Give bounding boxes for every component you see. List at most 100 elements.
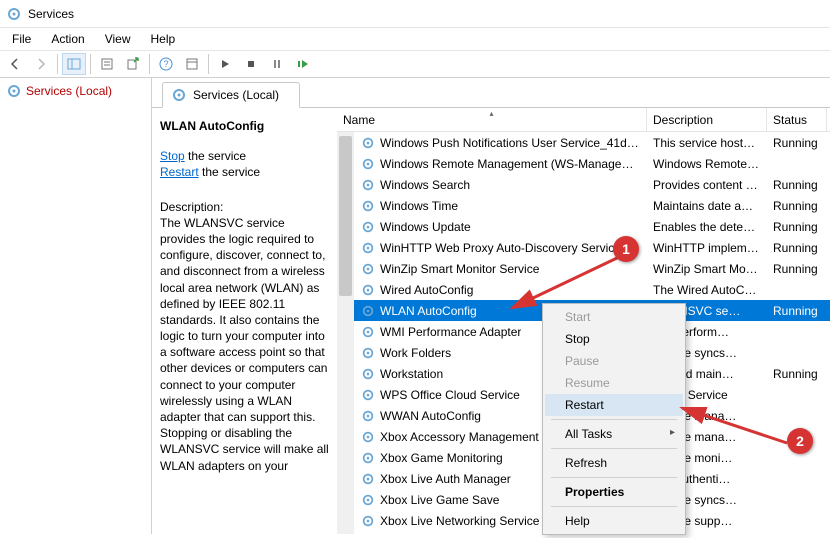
menu-action[interactable]: Action [41, 30, 94, 48]
tab-services-local[interactable]: Services (Local) [162, 82, 300, 108]
refresh-button[interactable] [180, 53, 204, 75]
scrollbar-thumb[interactable] [339, 136, 352, 296]
service-description: WinZip Smart Mo… [647, 262, 767, 276]
show-hide-tree-button[interactable] [62, 53, 86, 75]
separator [551, 419, 677, 420]
ctx-help[interactable]: Help [545, 510, 683, 532]
service-name: Windows Push Notifications User Service_… [380, 136, 641, 150]
forward-button[interactable] [29, 53, 53, 75]
separator [551, 506, 677, 507]
column-name[interactable]: Name ▴ [337, 108, 647, 131]
service-name: Windows Remote Management (WS-Managem… [380, 157, 641, 171]
service-status: Running [767, 262, 827, 276]
service-row[interactable]: Windows Remote Management (WS-Managem… Wi… [354, 153, 830, 174]
service-row[interactable]: Windows Push Notifications User Service_… [354, 132, 830, 153]
gear-icon [360, 450, 376, 466]
service-name: Windows Search [380, 178, 470, 192]
ctx-stop[interactable]: Stop [545, 328, 683, 350]
ctx-refresh[interactable]: Refresh [545, 452, 683, 474]
service-name: Xbox Live Game Save [380, 493, 499, 507]
service-row[interactable]: WinZip Smart Monitor Service WinZip Smart… [354, 258, 830, 279]
tab-label: Services (Local) [193, 88, 279, 102]
start-service-button[interactable] [213, 53, 237, 75]
service-name: Windows Time [380, 199, 458, 213]
properties-button[interactable] [95, 53, 119, 75]
help-button[interactable]: ? [154, 53, 178, 75]
service-name: Xbox Live Auth Manager [380, 472, 511, 486]
gear-icon [360, 345, 376, 361]
service-name: Xbox Accessory Management [380, 430, 539, 444]
restart-service-button[interactable] [291, 53, 315, 75]
service-status: Running [767, 220, 827, 234]
ctx-restart[interactable]: Restart [545, 394, 683, 416]
separator [551, 477, 677, 478]
separator [149, 54, 150, 74]
gear-icon [360, 282, 376, 298]
ctx-properties[interactable]: Properties [545, 481, 683, 503]
separator [90, 54, 91, 74]
gear-icon [360, 429, 376, 445]
context-menu: Start Stop Pause Resume Restart All Task… [542, 303, 686, 535]
tab-strip: Services (Local) [152, 78, 830, 108]
service-name: Xbox Live Networking Service [380, 514, 539, 528]
stop-link[interactable]: Stop [160, 149, 185, 163]
services-list: Name ▴ Description Status Windows Push N… [337, 108, 830, 534]
export-button[interactable] [121, 53, 145, 75]
service-description: Maintains date a… [647, 199, 767, 213]
gear-icon [360, 198, 376, 214]
service-status: Running [767, 136, 827, 150]
services-icon [6, 83, 22, 99]
service-status: Running [767, 178, 827, 192]
menu-file[interactable]: File [2, 30, 41, 48]
service-name: Xbox Game Monitoring [380, 451, 503, 465]
service-name: WPS Office Cloud Service [380, 388, 520, 402]
restart-link[interactable]: Restart [160, 165, 199, 179]
service-status: Running [767, 367, 827, 381]
gear-icon [360, 513, 376, 529]
menu-view[interactable]: View [95, 30, 141, 48]
separator [551, 448, 677, 449]
menu-help[interactable]: Help [141, 30, 186, 48]
title-bar: Services [0, 0, 830, 28]
service-description: The Wired AutoC… [647, 283, 767, 297]
gear-icon [360, 219, 376, 235]
service-name: Work Folders [380, 346, 451, 360]
ctx-start: Start [545, 306, 683, 328]
service-status: Running [767, 199, 827, 213]
sort-indicator-icon: ▴ [489, 109, 493, 118]
toolbar: ? [0, 50, 830, 78]
service-row[interactable]: Windows UpdateEnables the detec…Running [354, 216, 830, 237]
ctx-all-tasks[interactable]: All Tasks [545, 423, 683, 445]
gear-icon [360, 303, 376, 319]
service-description: Windows Remote… [647, 157, 767, 171]
gear-icon [360, 471, 376, 487]
pause-service-button[interactable] [265, 53, 289, 75]
selected-service-name: WLAN AutoConfig [160, 118, 331, 134]
gear-icon [360, 261, 376, 277]
service-description: Provides content … [647, 178, 767, 192]
column-description[interactable]: Description [647, 108, 767, 131]
service-name: Windows Update [380, 220, 471, 234]
service-row[interactable]: Windows Time Maintains date a…Running [354, 195, 830, 216]
separator [208, 54, 209, 74]
gear-icon [360, 324, 376, 340]
back-button[interactable] [3, 53, 27, 75]
column-status[interactable]: Status [767, 108, 827, 131]
service-name: WinHTTP Web Proxy Auto-Discovery Service [380, 241, 621, 255]
gear-icon [360, 156, 376, 172]
service-row[interactable]: Windows Search Provides content …Running [354, 174, 830, 195]
service-description: WinHTTP implem… [647, 241, 767, 255]
service-description: This service hosts… [647, 136, 767, 150]
vertical-scrollbar[interactable] [337, 132, 354, 534]
service-row[interactable]: Wired AutoConfigThe Wired AutoC… [354, 279, 830, 300]
service-row[interactable]: WinHTTP Web Proxy Auto-Discovery Service… [354, 237, 830, 258]
stop-service-button[interactable] [239, 53, 263, 75]
service-name: WinZip Smart Monitor Service [380, 262, 539, 276]
services-icon [6, 6, 22, 22]
left-tree: Services (Local) [0, 78, 152, 534]
service-status: Running [767, 241, 827, 255]
tree-item-services-local[interactable]: Services (Local) [0, 80, 151, 102]
gear-icon [360, 177, 376, 193]
gear-icon [360, 366, 376, 382]
gear-icon [360, 492, 376, 508]
